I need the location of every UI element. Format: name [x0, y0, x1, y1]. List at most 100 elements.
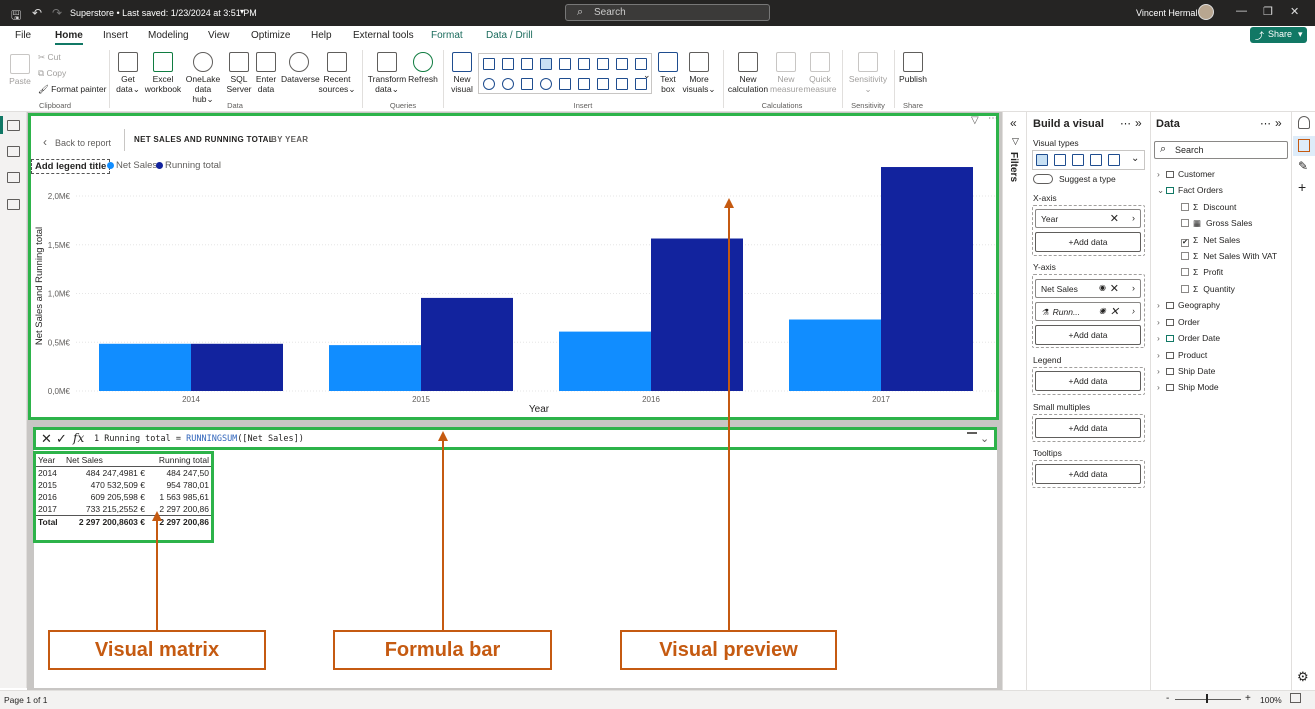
expand-icon[interactable]: »	[1275, 116, 1282, 130]
remove-icon[interactable]: ✕	[1110, 282, 1119, 295]
publish-button[interactable]: Publish	[897, 52, 929, 84]
gallery-expand-icon[interactable]: ⌄	[643, 70, 651, 81]
more-visuals-button[interactable]: More visuals⌄	[682, 52, 716, 94]
ribbon-chart-icon[interactable]	[635, 58, 647, 70]
checkbox[interactable]	[1181, 252, 1189, 260]
dax-query-view-icon[interactable]	[7, 199, 20, 210]
remove-icon[interactable]: ✕	[1110, 305, 1119, 318]
get-data-button[interactable]: Get data⌄	[113, 52, 143, 94]
dataverse-button[interactable]: Dataverse	[281, 52, 320, 84]
visual-preview[interactable]: ▽ ⋯ ‹ Back to report NET SALES AND RUNNIN…	[28, 113, 999, 420]
report-view-icon[interactable]	[7, 120, 20, 131]
chevron-right-icon[interactable]: ›	[1132, 306, 1135, 316]
x-axis-field-year[interactable]: Year ✕ ›	[1035, 209, 1141, 228]
data-search-input[interactable]: ⌕ Search	[1154, 141, 1288, 159]
map-icon[interactable]	[540, 78, 552, 90]
remove-icon[interactable]: ✕	[1110, 212, 1119, 225]
line-chart-icon[interactable]	[1054, 154, 1066, 166]
zoom-out-button[interactable]: -	[1166, 693, 1169, 704]
area-chart-icon[interactable]	[616, 58, 628, 70]
cancel-formula-icon[interactable]: ✕	[41, 431, 52, 447]
new-measure-button[interactable]: New measure	[770, 52, 803, 94]
table-visual-icon[interactable]	[616, 78, 628, 90]
build-visual-icon[interactable]	[1298, 139, 1310, 152]
field-gross-sales[interactable]: ▦ Gross Sales	[1181, 218, 1252, 229]
data-pane-icon[interactable]	[1298, 116, 1310, 129]
formula-bar[interactable]: ✕ ✓ fx 1 Running total = RUNNINGSUM([Net…	[33, 427, 997, 450]
table-fact-orders[interactable]: ⌄ Fact Orders	[1157, 185, 1223, 196]
clustered-bar-icon[interactable]	[521, 58, 533, 70]
save-icon[interactable]: 🖫	[11, 6, 21, 27]
user-name[interactable]: Vincent Hermal	[1136, 8, 1197, 18]
y-axis-field-net-sales[interactable]: Net Sales ◉ ✕ ›	[1035, 279, 1141, 298]
more-options-icon[interactable]: ⋯	[1120, 117, 1131, 130]
matrix-header[interactable]: Running total	[147, 454, 211, 467]
checkbox[interactable]	[1181, 219, 1189, 227]
matrix-header[interactable]: Net Sales	[64, 454, 147, 467]
checkbox[interactable]	[1181, 285, 1189, 293]
chevron-right-icon[interactable]: ›	[1132, 213, 1135, 223]
visual-matrix[interactable]: Year Net Sales Running total 2014 484 247…	[33, 451, 214, 543]
title-dropdown-icon[interactable]: ▾	[240, 7, 244, 16]
excel-workbook-button[interactable]: Excel workbook	[144, 52, 182, 94]
more-options-icon[interactable]: ⋯	[1260, 117, 1271, 130]
sql-server-button[interactable]: SQL Server	[225, 52, 253, 94]
column-100-icon[interactable]	[578, 58, 590, 70]
add-data-tooltips-button[interactable]: +Add data	[1035, 464, 1141, 484]
settings-gear-icon[interactable]: ⚙	[1297, 669, 1309, 685]
add-data-legend-button[interactable]: +Add data	[1035, 371, 1141, 391]
field-profit[interactable]: Σ Profit	[1181, 267, 1223, 277]
treemap-icon[interactable]	[521, 78, 533, 90]
suggest-type-toggle[interactable]	[1033, 174, 1053, 184]
donut-chart-icon[interactable]	[502, 78, 514, 90]
chevron-right-icon[interactable]: ›	[1132, 283, 1135, 293]
minimize-icon[interactable]: —	[1236, 5, 1247, 17]
paste-button[interactable]: Paste	[6, 54, 34, 86]
table-order-date[interactable]: › Order Date	[1157, 333, 1220, 343]
add-data-x-axis-button[interactable]: +Add data	[1035, 232, 1141, 252]
menu-modeling[interactable]: Modeling	[148, 30, 189, 41]
chevron-down-icon[interactable]: ⌄	[1131, 153, 1139, 164]
checkbox[interactable]	[1181, 268, 1189, 276]
recent-sources-button[interactable]: Recent sources⌄	[318, 52, 356, 94]
pie-chart-icon[interactable]	[483, 78, 495, 90]
document-title[interactable]: Superstore • Last saved: 1/23/2024 at 3:…	[70, 8, 257, 18]
kpi-icon[interactable]	[597, 78, 609, 90]
add-data-small-multiples-button[interactable]: +Add data	[1035, 418, 1141, 438]
add-pane-icon[interactable]: +	[1298, 179, 1306, 195]
undo-icon[interactable]: ↶	[32, 6, 42, 20]
onelake-button[interactable]: OneLake data hub⌄	[184, 52, 222, 104]
commit-formula-icon[interactable]: ✓	[56, 431, 67, 447]
table-ship-mode[interactable]: › Ship Mode	[1157, 382, 1219, 392]
menu-file[interactable]: File	[15, 30, 31, 41]
quick-measure-button[interactable]: Quick measure	[803, 52, 837, 94]
table-ship-date[interactable]: › Ship Date	[1157, 366, 1215, 376]
field-quantity[interactable]: Σ Quantity	[1181, 284, 1235, 294]
filters-pane-collapsed[interactable]: « ▽ Filters	[1002, 112, 1026, 690]
model-view-icon[interactable]	[7, 172, 20, 183]
expand-formula-icon[interactable]: ⌄	[980, 432, 989, 445]
new-visual-button[interactable]: New visual	[448, 52, 476, 94]
enter-data-button[interactable]: Enter data	[254, 52, 278, 94]
global-search-input[interactable]: ⌕ Search	[565, 4, 770, 21]
share-button[interactable]: ⤴ Share ▾	[1250, 27, 1307, 43]
eye-icon[interactable]: ◉	[1099, 283, 1106, 292]
menu-external-tools[interactable]: External tools	[353, 30, 414, 41]
area-chart-icon[interactable]	[1072, 154, 1084, 166]
formula-scroll-thumb[interactable]	[967, 432, 977, 444]
menu-format[interactable]: Format	[431, 30, 463, 41]
table-order[interactable]: › Order	[1157, 317, 1200, 327]
redo-icon[interactable]: ↷	[52, 6, 62, 20]
formula-input[interactable]: 1 Running total = RUNNINGSUM([Net Sales]…	[94, 434, 304, 444]
clustered-column-icon[interactable]	[1036, 154, 1048, 166]
matrix-header[interactable]: Year	[36, 454, 64, 467]
table-product[interactable]: › Product	[1157, 350, 1207, 360]
new-calculation-button[interactable]: New calculation	[727, 52, 769, 94]
menu-home[interactable]: Home	[55, 30, 83, 45]
expand-icon[interactable]: »	[1135, 116, 1142, 130]
gauge-icon[interactable]	[559, 78, 571, 90]
zoom-slider-track[interactable]	[1175, 699, 1241, 700]
format-painter-button[interactable]: 🖌 Format painter	[38, 84, 106, 95]
menu-data-drill[interactable]: Data / Drill	[486, 30, 533, 41]
avatar[interactable]	[1198, 4, 1214, 20]
